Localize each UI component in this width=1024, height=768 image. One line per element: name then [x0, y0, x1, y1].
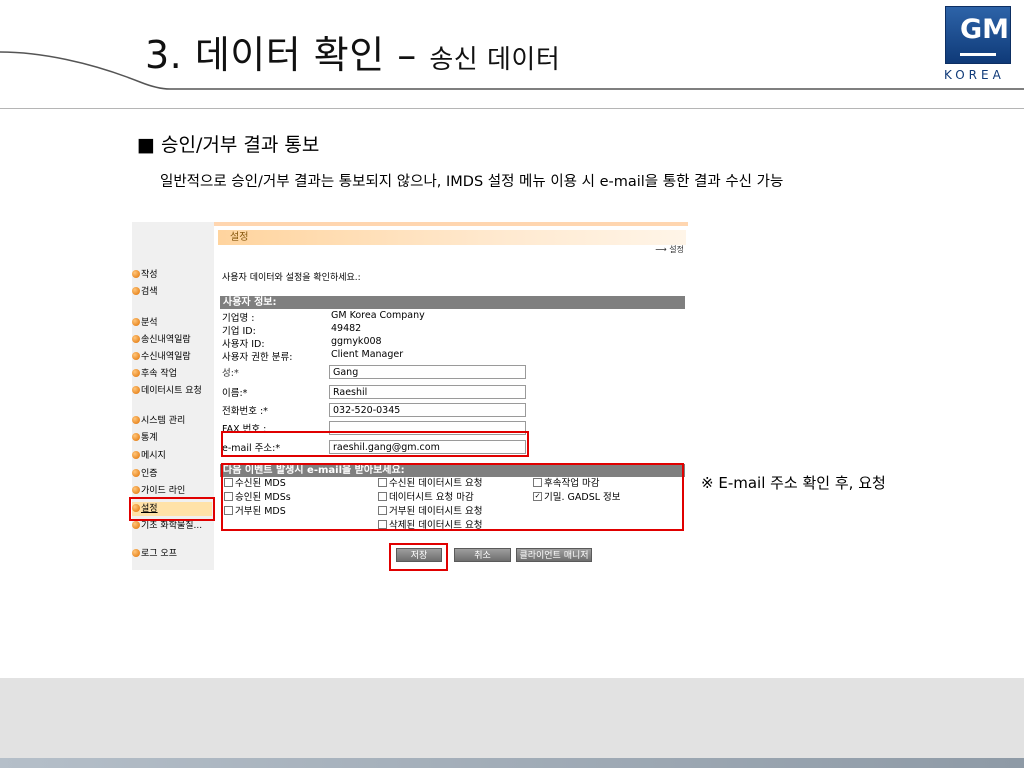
bullet-icon	[132, 432, 140, 441]
bullet-icon	[132, 385, 140, 394]
phone-field[interactable]: 032-520-0345	[329, 403, 526, 417]
bullet-icon	[132, 415, 140, 424]
company-id-value: 49482	[331, 323, 362, 334]
company-name-value: GM Korea Company	[331, 310, 425, 321]
sidebar-item-received-list[interactable]: 수신내역일람	[132, 350, 191, 364]
gm-logo: GM	[945, 6, 1011, 64]
section-description: 일반적으로 승인/거부 결과는 통보되지 않으나, IMDS 설정 메뉴 이용 …	[160, 174, 784, 190]
user-id-label: 사용자 ID:	[222, 339, 265, 350]
cancel-button[interactable]: 취소	[454, 548, 511, 562]
settings-menu-highlight-box	[129, 497, 215, 521]
email-highlight-box	[221, 431, 529, 457]
note-text: ※ E-mail 주소 확인 후, 요청	[701, 474, 886, 492]
sidebar-item-system-admin[interactable]: 시스템 관리	[132, 414, 185, 428]
sidebar-item-analysis[interactable]: 분석	[132, 316, 158, 330]
slide-title-sub: 송신 데이터	[429, 45, 561, 75]
sidebar-item-search[interactable]: 검색	[132, 285, 158, 299]
bullet-icon	[132, 351, 140, 360]
sidebar-item-basic-chemicals[interactable]: 기초 화학물질...	[132, 519, 202, 533]
sidebar-item-guidelines[interactable]: 가이드 라인	[132, 484, 185, 498]
sidebar-item-messages[interactable]: 메시지	[132, 449, 166, 463]
bullet-icon	[132, 468, 140, 477]
settings-title-bar: 설정	[218, 230, 686, 245]
bullet-icon	[132, 269, 140, 278]
sidebar-item-follow-up[interactable]: 후속 작업	[132, 367, 177, 381]
korea-logo-text: KOREA	[944, 68, 1005, 82]
sidebar-item-certification[interactable]: 인증	[132, 467, 158, 481]
sidebar-item-datasheet-request[interactable]: 데이터시트 요청	[132, 384, 202, 398]
phone-label: 전화번호 :*	[222, 406, 268, 417]
last-name-field[interactable]: Gang	[329, 365, 526, 379]
save-button-highlight-box	[389, 543, 448, 571]
bullet-icon	[132, 450, 140, 459]
notify-highlight-box	[221, 463, 684, 531]
breadcrumb-arrow-icon: ⟶	[655, 245, 670, 254]
settings-title: 설정	[230, 232, 249, 243]
user-role-value: Client Manager	[331, 349, 404, 360]
company-name-label: 기업명 :	[222, 313, 255, 324]
bullet-icon	[132, 548, 140, 557]
company-id-label: 기업 ID:	[222, 326, 256, 337]
gm-logo-text: GM	[960, 7, 1009, 56]
sidebar-item-statistics[interactable]: 통계	[132, 431, 158, 445]
bullet-icon	[132, 368, 140, 377]
bullet-icon	[132, 317, 140, 326]
user-info-header: 사용자 정보:	[220, 296, 685, 309]
bullet-icon	[132, 286, 140, 295]
footer-strip	[0, 758, 1024, 768]
first-name-label: 이름:*	[222, 388, 248, 399]
client-manager-button[interactable]: 클라이언트 매니저	[516, 548, 592, 562]
sidebar-item-create[interactable]: 작성	[132, 268, 158, 282]
slide-title: 3. 데이터 확인 – 송신 데이터	[145, 24, 560, 79]
section-heading: ■ 승인/거부 결과 통보	[137, 134, 320, 156]
top-accent-line	[214, 222, 688, 226]
slide-title-main: 3. 데이터 확인 –	[145, 33, 417, 77]
slide-header: 3. 데이터 확인 – 송신 데이터 GM KOREA	[0, 0, 1024, 109]
bullet-icon	[132, 485, 140, 494]
last-name-label: 성:*	[222, 368, 239, 379]
sidebar-item-sent-list[interactable]: 송신내역일람	[132, 333, 191, 347]
first-name-field[interactable]: Raeshil	[329, 385, 526, 399]
user-role-label: 사용자 권한 분류:	[222, 352, 293, 363]
intro-text: 사용자 데이터와 설정을 확인하세요.:	[222, 273, 361, 283]
bullet-icon	[132, 520, 140, 529]
user-id-value: ggmyk008	[331, 336, 382, 347]
footer-band	[0, 678, 1024, 758]
bullet-icon	[132, 334, 140, 343]
sidebar-item-logout[interactable]: 로그 오프	[132, 547, 177, 561]
breadcrumb[interactable]: ⟶ 설정	[655, 244, 684, 255]
